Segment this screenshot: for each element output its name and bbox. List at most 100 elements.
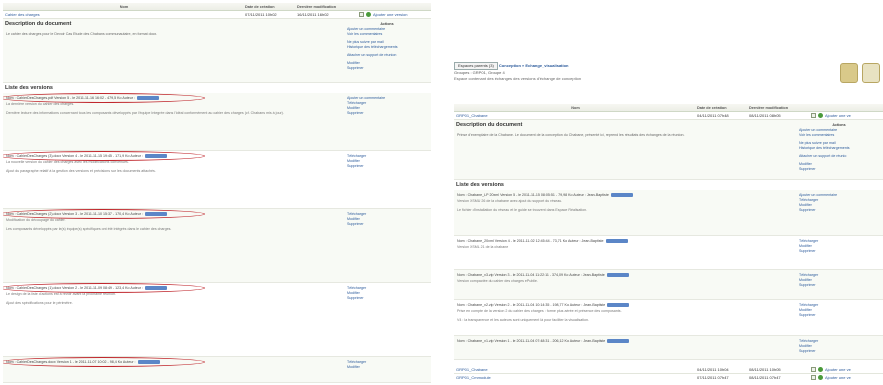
version-actions: Télécharger Modifier Supprimer (799, 303, 879, 318)
version-title[interactable]: Nom : Chabane_LP 20xml Version 5 - le 20… (457, 193, 609, 197)
version-note: V4 : la transparence et les auteurs sont… (457, 318, 590, 323)
document-link[interactable]: GRP01_Cmmodule (454, 375, 697, 380)
version-action[interactable]: Supprimer (799, 313, 879, 318)
version-note: Les composants développés par le(s) équi… (6, 227, 172, 232)
ok-icon (818, 113, 823, 118)
action-history[interactable]: Historique des téléchargements (347, 45, 427, 50)
version-title[interactable]: Nom : Chabane_v3.zip Version 3 - le 2011… (457, 273, 605, 277)
author-redacted (144, 286, 167, 291)
version-row: Nom : Chabane_20xml Version 4 - le 2011-… (454, 236, 883, 270)
version-title[interactable]: Nom : CahierDesCharges (1).docx Version … (6, 286, 143, 290)
document-link[interactable]: GRP01_Chabane (454, 367, 697, 372)
add-icon[interactable] (811, 367, 816, 372)
folder-icon[interactable] (840, 63, 858, 83)
action-view-comments[interactable]: Voir les commentaires (347, 32, 427, 37)
ok-icon (818, 367, 823, 372)
version-row: Nom : Chabane_v3.zip Version 3 - le 2011… (454, 270, 883, 300)
table-header: Nom Date de création Dernière modificati… (3, 3, 431, 11)
version-action[interactable]: Supprimer (799, 349, 879, 354)
version-row: Nom : Chabane_LP 20xml Version 5 - le 20… (454, 190, 883, 236)
version-title[interactable]: Nom : Chabane_v1.zip Version 1 - le 2011… (457, 339, 605, 343)
document-row: GRP01_Chabane 04/11/2011 10h04 08/11/2011 … (454, 366, 883, 374)
author-redacted (136, 96, 159, 101)
document-row: GRP01_Cmmodule 07/11/2011 07h47 08/11/2011… (454, 374, 883, 380)
date-modified: 08/11/2011 10h05 (749, 367, 781, 372)
add-icon[interactable] (359, 12, 364, 17)
date-modified: 08/11/2011 07h47 (749, 375, 781, 380)
date-modified: 08/11/2011 08h05 (749, 113, 781, 118)
groups-line: Groupes : GRP01, Groupe 4 (454, 70, 505, 75)
col-date-creation[interactable]: Date de création (245, 5, 297, 9)
right-document-panel: Nom Date de création Dernière modificati… (454, 104, 883, 380)
add-icon[interactable] (811, 113, 816, 118)
document-list: GRP01_Chabane 04/11/2011 10h04 08/11/2011 … (454, 366, 883, 380)
col-last-modified[interactable]: Dernière modification (297, 5, 359, 9)
version-actions: Ajouter un commentaire Télécharger Modifie… (799, 193, 879, 213)
version-action[interactable]: Supprimer (347, 111, 427, 116)
description-block: Description du document Prinse d'exempla… (454, 120, 883, 180)
version-title[interactable]: Nom : CahierDesCharges (3).docx Version … (6, 154, 143, 158)
date-creation: 04/11/2011 10h04 (697, 367, 729, 372)
col-name[interactable]: Nom (454, 106, 697, 110)
add-document-icon[interactable] (862, 63, 880, 83)
breadcrumb-path[interactable]: Conception » Echange_visualisation (499, 63, 569, 68)
author-redacted (137, 360, 160, 365)
actions-list: Actions Ajouter un commentaire Voir les … (799, 123, 879, 172)
author-redacted (610, 193, 633, 198)
col-date-creation[interactable]: Date de création (697, 106, 749, 110)
add-version-link[interactable]: Ajouter une ve (825, 367, 851, 372)
versions-title: Liste des versions (456, 182, 504, 188)
col-last-modified[interactable]: Dernière modification (749, 106, 811, 110)
versions-list: Nom : CahierDesCharges.pdf Version 5 - l… (3, 93, 431, 383)
version-actions: Télécharger Modifier Supprimer (347, 286, 427, 301)
version-action[interactable]: Supprimer (799, 249, 879, 254)
actions-list: Actions Ajouter un commentaire Voir les … (347, 22, 427, 71)
version-row: Nom : CahierDesCharges (3).docx Version … (3, 151, 431, 209)
version-title[interactable]: Nom : CahierDesCharges.pdf Version 5 - l… (6, 96, 135, 100)
document-link[interactable]: GRP01_Chabane (454, 113, 697, 118)
version-actions: Ajouter un commentaire Télécharger Modifie… (347, 96, 427, 116)
table-header: Nom Date de création Dernière modificati… (454, 104, 883, 112)
version-row: Nom : CahierDesCharges.pdf Version 5 - l… (3, 93, 431, 151)
version-title[interactable]: Nom : Chabane_v2.zip Version 2 - le 2011… (457, 303, 605, 307)
version-title[interactable]: Nom : CahierDesCharges.docx Version 1 - … (6, 360, 136, 364)
version-action[interactable]: Supprimer (799, 208, 879, 213)
parent-spaces-select[interactable]: Espaces parents (3) (454, 62, 498, 70)
row-actions: Ajouter une ve (811, 367, 883, 372)
action-attach[interactable]: Attacher un support de réunio (799, 154, 879, 159)
version-note: Ajout des spécifications pour le périmèt… (6, 301, 73, 306)
version-actions: Télécharger Modifier Supprimer (799, 239, 879, 254)
version-title[interactable]: Nom : Chabane_20xml Version 4 - le 2011-… (457, 239, 604, 243)
description-block: Description du document Le cahier des ch… (3, 19, 431, 83)
add-version-link[interactable]: Ajouter une ve (825, 113, 851, 118)
version-action[interactable]: Modifier (347, 365, 427, 370)
document-row: GRP01_Chabane 04/11/2011 07h48 08/11/201… (454, 112, 883, 120)
action-view-comments[interactable]: Voir les commentaires (799, 133, 879, 138)
version-action[interactable]: Supprimer (347, 222, 427, 227)
versions-list: Nom : Chabane_LP 20xml Version 5 - le 20… (454, 190, 883, 360)
action-delete[interactable]: Supprimer (347, 66, 427, 71)
breadcrumb: Espaces parents (3) Conception » Echange… (454, 62, 581, 82)
date-creation: 07/11/2011 07h47 (697, 375, 729, 380)
action-attach[interactable]: Attacher un support de réunion (347, 53, 427, 58)
version-row: Nom : Chabane_v2.zip Version 2 - le 2011… (454, 300, 883, 336)
version-actions: Télécharger Modifier Supprimer (347, 212, 427, 227)
version-actions: Télécharger Modifier Supprimer (347, 154, 427, 169)
author-redacted (606, 273, 629, 278)
version-action[interactable]: Supprimer (347, 296, 427, 301)
version-title[interactable]: Nom : CahierDesCharges (2).docx Version … (6, 212, 143, 216)
document-row: Cahier des charges 07/11/2011 10h02 16/1… (3, 11, 431, 19)
version-action[interactable]: Supprimer (799, 283, 879, 288)
add-version-link[interactable]: Ajouter une version (373, 12, 407, 17)
action-history[interactable]: Historique des téléchargements (799, 146, 879, 151)
add-version-link[interactable]: Ajouter une ve (825, 375, 851, 380)
version-action[interactable]: Supprimer (347, 164, 427, 169)
version-actions: Télécharger Modifier Supprimer (799, 339, 879, 354)
col-name[interactable]: Nom (3, 5, 245, 9)
action-delete[interactable]: Supprimer (799, 167, 879, 172)
author-redacted (607, 339, 630, 344)
document-link[interactable]: Cahier des charges (3, 12, 245, 17)
add-icon[interactable] (811, 375, 816, 380)
left-document-panel: Nom Date de création Dernière modificati… (3, 3, 431, 383)
version-actions: Télécharger Modifier (347, 360, 427, 370)
